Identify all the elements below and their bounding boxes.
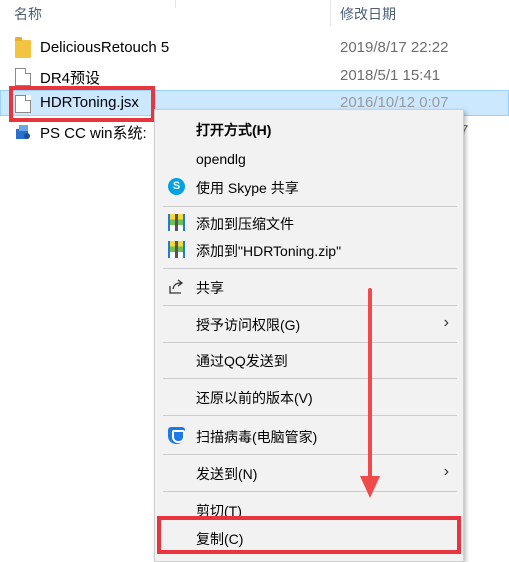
annotation-arrow-icon	[360, 288, 380, 498]
